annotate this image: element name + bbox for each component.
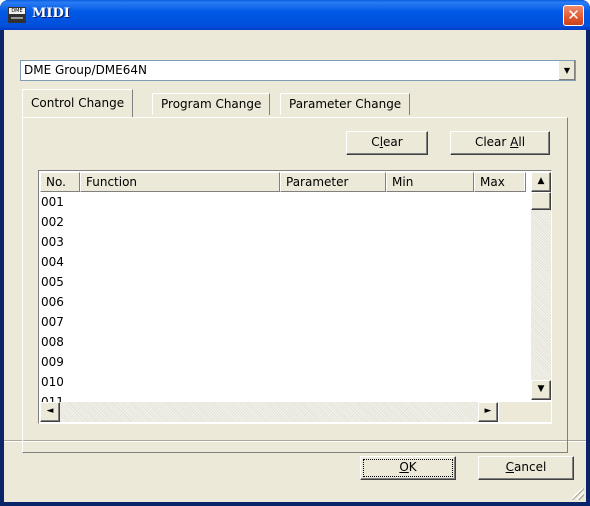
list-rows: 001 002 003 004 005 006 007 008 009 010 … <box>41 192 64 412</box>
close-icon: ✕ <box>567 6 580 24</box>
tab-control-change[interactable]: Control Change <box>22 89 134 117</box>
table-row[interactable]: 009 <box>41 352 64 372</box>
column-header-function[interactable]: Function <box>80 172 280 192</box>
table-row[interactable]: 008 <box>41 332 64 352</box>
column-header-no[interactable]: No. <box>40 172 80 192</box>
table-row[interactable]: 002 <box>41 212 64 232</box>
scroll-right-icon[interactable]: ► <box>478 402 498 422</box>
scroll-thumb[interactable] <box>531 192 551 210</box>
app-icon-graphic <box>9 14 25 22</box>
tab-label: Control Change <box>31 96 125 110</box>
tab-program-change[interactable]: Program Change <box>152 93 271 115</box>
column-header-parameter[interactable]: Parameter <box>280 172 386 192</box>
control-change-list[interactable]: No. Function Parameter Min Max 001 002 0… <box>38 170 552 424</box>
cancel-label-end: ancel <box>514 460 547 474</box>
column-header-min[interactable]: Min <box>386 172 474 192</box>
column-header-max[interactable]: Max <box>474 172 526 192</box>
table-row[interactable]: 005 <box>41 272 64 292</box>
scroll-left-icon[interactable]: ◄ <box>40 402 60 422</box>
clear-label-end: ear <box>383 135 403 149</box>
scroll-down-icon[interactable]: ▼ <box>531 380 551 400</box>
clear-label-start: C <box>371 135 380 149</box>
tab-label: Parameter Change <box>289 97 402 111</box>
scroll-up-icon[interactable]: ▲ <box>531 172 551 192</box>
tab-label: Program Change <box>161 97 262 111</box>
ok-label-end: K <box>408 460 417 474</box>
clear-all-label-start: Clear <box>474 135 511 149</box>
table-row[interactable]: 001 <box>41 192 64 212</box>
device-select-value: DME Group/DME64N <box>24 63 147 77</box>
resize-grip-icon[interactable] <box>572 488 584 500</box>
scrollbar-corner <box>499 402 551 422</box>
title-bar[interactable]: DME MIDI ✕ <box>0 0 590 30</box>
cancel-button[interactable]: Cancel <box>478 456 574 480</box>
chevron-down-icon[interactable]: ▼ <box>558 61 575 80</box>
vertical-scrollbar[interactable]: ▲ ▼ <box>531 172 551 400</box>
table-row[interactable]: 003 <box>41 232 64 252</box>
table-row[interactable]: 006 <box>41 292 64 312</box>
device-select[interactable]: DME Group/DME64N ▼ <box>20 60 576 81</box>
tab-parameter-change[interactable]: Parameter Change <box>280 93 411 115</box>
table-row[interactable]: 007 <box>41 312 64 332</box>
cancel-label-mnemonic: C <box>505 460 515 474</box>
dialog-client-area: DME Group/DME64N ▼ Control Change Progra… <box>4 30 586 502</box>
clear-all-button[interactable]: Clear All <box>450 131 550 155</box>
clear-button[interactable]: Clear <box>346 131 428 155</box>
ok-button[interactable]: OK <box>360 456 456 480</box>
list-header: No. Function Parameter Min Max <box>40 172 526 192</box>
clear-all-label-end: ll <box>518 135 526 149</box>
midi-dialog-window: DME MIDI ✕ DME Group/DME64N ▼ Control Ch… <box>0 0 590 506</box>
table-row[interactable]: 004 <box>41 252 64 272</box>
ok-label-mnemonic: O <box>399 460 409 474</box>
dme-app-icon: DME <box>8 7 26 23</box>
table-row[interactable]: 010 <box>41 372 64 392</box>
window-title: MIDI <box>32 6 70 21</box>
close-button[interactable]: ✕ <box>563 5 584 26</box>
horizontal-scrollbar[interactable]: ◄ ► <box>40 402 498 422</box>
